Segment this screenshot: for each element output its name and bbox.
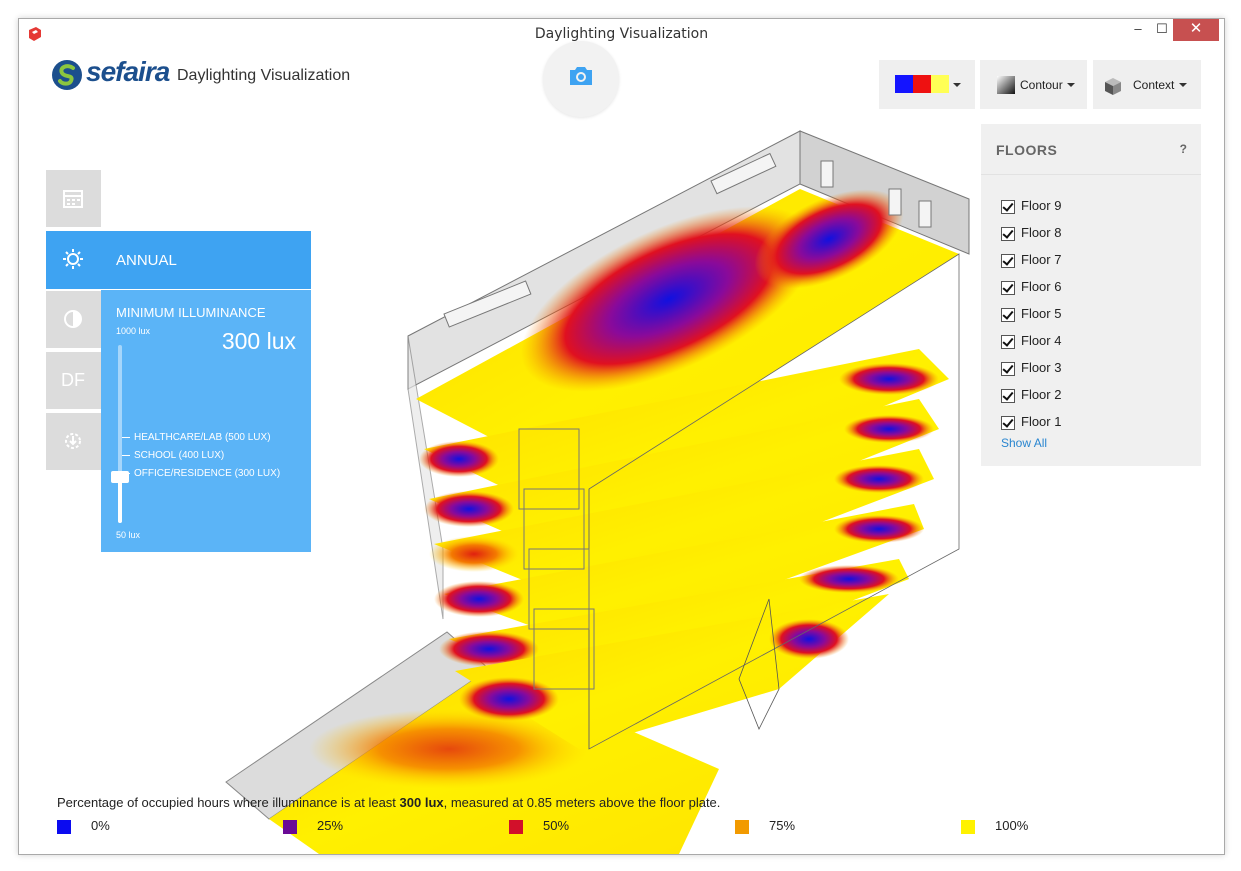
floor-checkbox-7[interactable]: Floor 7 — [1001, 252, 1061, 272]
palette-swatch-blue — [895, 75, 913, 93]
floor-label: Floor 3 — [1021, 360, 1062, 375]
checkbox-icon — [1001, 307, 1015, 322]
legend-item-0: 0% — [57, 818, 110, 834]
tab-annual[interactable] — [46, 231, 101, 289]
camera-icon — [570, 67, 592, 85]
slider-mark-school[interactable]: SCHOOL (400 LUX) — [122, 450, 224, 461]
floor-checkbox-3[interactable]: Floor 3 — [1001, 360, 1061, 380]
legend-label: 25% — [317, 818, 344, 833]
floor-label: Floor 1 — [1021, 414, 1062, 429]
legend-description: Percentage of occupied hours where illum… — [57, 795, 720, 810]
tab-contrast[interactable] — [46, 291, 101, 348]
calendar-icon — [63, 190, 83, 208]
legend-item-50: 50% — [509, 818, 569, 834]
help-icon[interactable]: ? — [1180, 142, 1187, 156]
legend-swatch — [57, 819, 71, 834]
legend-label: 50% — [543, 818, 570, 833]
annual-tab-header[interactable]: ANNUAL — [101, 231, 311, 289]
main-content: sefaira Daylighting Visualization Contou… — [19, 41, 1224, 854]
contour-label: Contour — [1020, 78, 1063, 92]
brand-name: sefaira — [86, 56, 170, 87]
legend-label: 0% — [91, 818, 110, 833]
floor-checkbox-9[interactable]: Floor 9 — [1001, 198, 1061, 218]
legend-text-after: , measured at 0.85 meters above the floo… — [443, 795, 721, 810]
checkbox-icon — [1001, 226, 1015, 241]
screenshot-button[interactable] — [543, 41, 619, 117]
checkbox-icon — [1001, 199, 1015, 214]
checkbox-icon — [1001, 334, 1015, 349]
illuminance-max-label: 1000 lux — [116, 326, 151, 336]
illuminance-title: MINIMUM ILLUMINANCE — [116, 305, 266, 320]
floors-header: FLOORS ? — [981, 124, 1201, 175]
minimum-illuminance-panel: MINIMUM ILLUMINANCE 1000 lux 300 lux HEA… — [101, 290, 311, 552]
slider-mark-healthcare[interactable]: HEALTHCARE/LAB (500 LUX) — [122, 432, 271, 443]
floor-checkbox-2[interactable]: Floor 2 — [1001, 387, 1061, 407]
contrast-icon — [64, 310, 82, 328]
floor-label: Floor 6 — [1021, 279, 1062, 294]
illuminance-value: 300 lux — [221, 328, 296, 354]
close-button[interactable]: ✕ — [1173, 19, 1219, 41]
legend-label: 75% — [769, 818, 796, 833]
mark-label: HEALTHCARE/LAB (500 LUX) — [134, 432, 271, 443]
chevron-down-icon — [953, 83, 961, 87]
color-palette-dropdown[interactable] — [879, 60, 975, 109]
tab-settings[interactable] — [46, 413, 101, 470]
floor-label: Floor 4 — [1021, 333, 1062, 348]
tab-daylight-factor[interactable]: DF — [46, 352, 101, 409]
palette-swatch-red — [913, 75, 931, 93]
title-bar: Daylighting Visualization – ☐ ✕ — [19, 19, 1224, 49]
floor-label: Floor 7 — [1021, 252, 1062, 267]
floors-panel: FLOORS ? Floor 9 Floor 8 Floor 7 Floor 6… — [981, 124, 1201, 466]
annual-label: ANNUAL — [116, 252, 177, 269]
mark-label: SCHOOL (400 LUX) — [134, 450, 225, 461]
palette-swatch-yellow — [931, 75, 949, 93]
floor-checkbox-6[interactable]: Floor 6 — [1001, 279, 1061, 299]
legend-swatch — [735, 819, 749, 834]
floor-checkbox-4[interactable]: Floor 4 — [1001, 333, 1061, 353]
contour-dropdown[interactable]: Contour — [980, 60, 1087, 109]
legend-text-before: Percentage of occupied hours where illum… — [57, 795, 400, 810]
context-label: Context — [1133, 78, 1175, 92]
brand-subtitle: Daylighting Visualization — [177, 67, 351, 84]
floor-label: Floor 9 — [1021, 198, 1062, 213]
legend-text-bold: 300 lux — [399, 795, 444, 810]
checkbox-icon — [1001, 388, 1015, 403]
illuminance-slider-fill — [118, 476, 122, 523]
sefaira-logo-icon — [52, 60, 82, 90]
checkbox-icon — [1001, 280, 1015, 295]
legend-item-25: 25% — [283, 818, 343, 834]
legend-swatch — [961, 819, 975, 834]
show-all-link[interactable]: Show All — [1001, 436, 1047, 450]
sun-icon — [63, 249, 83, 269]
floor-label: Floor 5 — [1021, 306, 1062, 321]
cube-icon — [1105, 78, 1121, 95]
floor-checkbox-5[interactable]: Floor 5 — [1001, 306, 1061, 326]
legend-label: 100% — [995, 818, 1029, 833]
df-label: DF — [61, 370, 85, 390]
floors-title: FLOORS — [996, 142, 1058, 158]
gear-download-icon — [65, 433, 81, 449]
legend-swatch — [509, 819, 523, 834]
legend-swatch — [283, 819, 297, 834]
contour-gradient-icon — [997, 76, 1015, 94]
chevron-down-icon — [1179, 83, 1187, 87]
floor-checkbox-8[interactable]: Floor 8 — [1001, 225, 1061, 245]
legend-item-100: 100% — [961, 818, 1028, 834]
context-dropdown[interactable]: Context — [1093, 60, 1201, 109]
checkbox-icon — [1001, 253, 1015, 268]
app-window: Daylighting Visualization – ☐ ✕ sefaira … — [18, 18, 1225, 855]
checkbox-icon — [1001, 361, 1015, 376]
floor-label: Floor 2 — [1021, 387, 1062, 402]
floor-checkbox-1[interactable]: Floor 1 — [1001, 414, 1061, 434]
window-title: Daylighting Visualization — [534, 26, 709, 42]
checkbox-icon — [1001, 415, 1015, 430]
chevron-down-icon — [1067, 83, 1075, 87]
legend-item-75: 75% — [735, 818, 795, 834]
tab-calendar[interactable] — [46, 170, 101, 227]
floor-label: Floor 8 — [1021, 225, 1062, 240]
mark-label: OFFICE/RESIDENCE (300 LUX) — [134, 468, 281, 479]
slider-mark-office[interactable]: OFFICE/RESIDENCE (300 LUX) — [122, 468, 280, 479]
illuminance-min-label: 50 lux — [116, 530, 141, 540]
